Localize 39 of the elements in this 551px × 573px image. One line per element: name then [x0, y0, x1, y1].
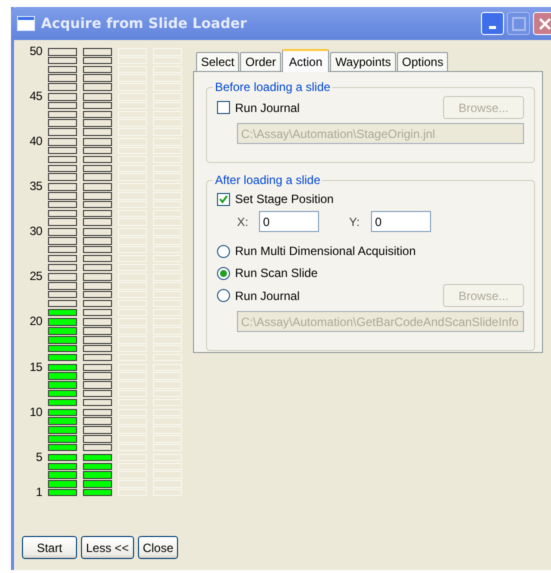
- window-title: Acquire from Slide Loader: [41, 16, 247, 32]
- slot-number: 20: [30, 315, 42, 328]
- slot-number: 40: [30, 135, 42, 148]
- x-label: X:: [237, 214, 250, 228]
- slot-number: 10: [30, 406, 42, 418]
- window-icon: [17, 16, 35, 31]
- check-icon: [219, 194, 228, 204]
- tab[interactable]: Waypoints: [330, 52, 396, 71]
- checkbox[interactable]: Set Stage Position: [217, 189, 334, 209]
- group-title: Before loading a slide: [214, 80, 332, 94]
- maximize-icon: [512, 16, 526, 30]
- tab[interactable]: Order: [240, 52, 282, 71]
- slot-number: 35: [30, 180, 42, 192]
- y-field[interactable]: 0: [371, 211, 431, 232]
- slot-number: 30: [30, 225, 42, 238]
- minimize-icon: [489, 26, 496, 29]
- minimize-button[interactable]: [481, 12, 504, 35]
- group-title: After loading a slide: [214, 173, 322, 187]
- tab[interactable]: Select: [196, 52, 240, 71]
- slot-number: 1: [36, 486, 42, 498]
- slot-number: 5: [36, 450, 42, 463]
- checkbox[interactable]: Run Journal: [217, 98, 300, 118]
- close-button[interactable]: [533, 12, 551, 35]
- radio-button[interactable]: Run Multi Dimensional Acquisition: [217, 240, 416, 262]
- slot-number: 50: [30, 45, 42, 57]
- close-icon: [538, 16, 551, 30]
- dialog-button[interactable]: Close: [138, 536, 178, 559]
- dialog-button[interactable]: Less <<: [81, 536, 134, 559]
- slot-number: 25: [30, 270, 42, 282]
- radio-button[interactable]: Run Scan Slide: [217, 262, 318, 284]
- slot-number: 15: [30, 360, 42, 373]
- slot-number: 45: [30, 90, 42, 102]
- dialog-button[interactable]: Start: [22, 536, 77, 559]
- radio-dot-icon: [220, 270, 227, 276]
- x-field[interactable]: 0: [259, 211, 319, 232]
- tab[interactable]: Options: [396, 52, 448, 71]
- tab[interactable]: Action: [282, 49, 330, 72]
- radio-button[interactable]: Run Journal: [217, 284, 300, 306]
- y-label: Y:: [349, 214, 361, 228]
